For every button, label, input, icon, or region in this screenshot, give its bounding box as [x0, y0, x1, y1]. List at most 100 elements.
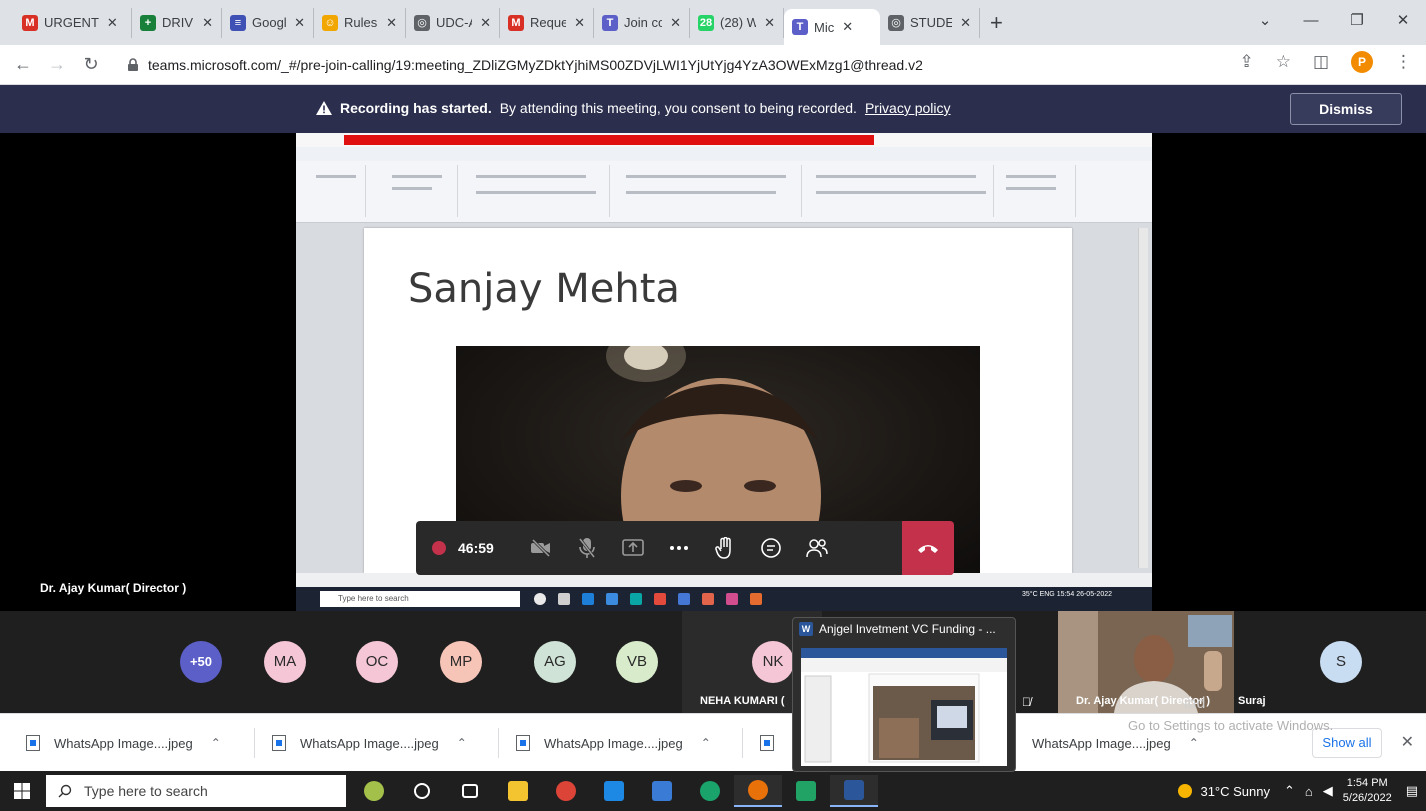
browser-tab[interactable]: 28 (28) Wh ✕	[690, 7, 784, 38]
close-tab-icon[interactable]: ✕	[386, 15, 397, 31]
word-window-preview[interactable]: W Anjgel Invetment VC Funding - ...	[792, 617, 1016, 772]
close-tab-icon[interactable]: ✕	[960, 15, 971, 31]
close-window-button[interactable]: ✕	[1380, 11, 1426, 29]
chevron-up-icon[interactable]: ⌃	[701, 736, 711, 750]
participant-avatar[interactable]: VB	[616, 641, 658, 683]
restore-button[interactable]: ❐	[1334, 11, 1380, 29]
dismiss-button[interactable]: Dismiss	[1290, 93, 1402, 125]
side-panel-icon[interactable]: ◫	[1313, 52, 1329, 72]
close-tab-icon[interactable]: ✕	[670, 15, 681, 31]
call-controls: 46:59	[416, 521, 954, 575]
sheets-icon: +	[140, 14, 156, 31]
chat-icon	[761, 538, 781, 558]
banner-text: By attending this meeting, you consent t…	[499, 100, 857, 116]
participants-button[interactable]	[794, 521, 840, 575]
tab-title: Google	[252, 15, 286, 30]
browser-tab[interactable]: T Join con ✕	[594, 7, 690, 38]
mic-off-button[interactable]	[564, 521, 610, 575]
participant-avatar[interactable]: MP	[440, 641, 482, 683]
browser-tab[interactable]: M URGENT ✕	[14, 7, 132, 38]
more-actions-button[interactable]	[656, 521, 702, 575]
task-view-icon[interactable]	[446, 775, 494, 807]
tab-title: Join con	[624, 15, 662, 30]
cortana-icon[interactable]	[398, 775, 446, 807]
forward-button[interactable]: →	[40, 54, 74, 75]
more-icon	[670, 546, 688, 550]
mail-icon[interactable]	[590, 775, 638, 807]
slide-title: Sanjay Mehta	[408, 266, 680, 312]
recording-banner: Recording has started. By attending this…	[0, 85, 1426, 133]
browser-tab[interactable]: ☺ Rules Ar ✕	[314, 7, 406, 38]
mic-muted-icon: 🎙̸	[1022, 695, 1031, 709]
participant-avatar[interactable]: MA	[264, 641, 306, 683]
minimize-button[interactable]: —	[1288, 12, 1334, 29]
participant-avatar[interactable]: OC	[356, 641, 398, 683]
download-item-hidden[interactable]	[760, 730, 788, 756]
back-button[interactable]: ←	[6, 54, 40, 75]
taskbar-weather[interactable]: 31°C Sunny	[1200, 784, 1270, 799]
close-tab-icon[interactable]: ✕	[480, 15, 491, 31]
participant-tile-ajay[interactable]: Dr. Ajay Kumar( Director )	[1058, 611, 1234, 713]
tab-search-icon[interactable]: ⌄	[1242, 11, 1288, 29]
close-tab-icon[interactable]: ✕	[202, 15, 213, 31]
address-bar[interactable]: teams.microsoft.com/_#/pre-join-calling/…	[126, 51, 1236, 79]
leave-call-button[interactable]	[902, 521, 954, 575]
close-tab-icon[interactable]: ✕	[574, 15, 585, 31]
volume-icon[interactable]: ◀	[1323, 783, 1333, 799]
tray-chevron-icon[interactable]: ⌃	[1284, 783, 1295, 799]
taskbar-apps	[350, 775, 878, 807]
excel-icon[interactable]	[782, 775, 830, 807]
close-downloads-icon[interactable]: ✕	[1401, 732, 1414, 752]
more-participants-badge[interactable]: +50	[180, 641, 222, 683]
bookmark-star-icon[interactable]: ☆	[1276, 52, 1291, 72]
chevron-up-icon[interactable]: ⌃	[211, 736, 221, 750]
network-icon[interactable]: ⌂	[1305, 784, 1313, 799]
windows-start-icon[interactable]	[14, 783, 30, 799]
close-tab-icon[interactable]: ✕	[294, 15, 305, 31]
participant-avatar[interactable]: AG	[534, 641, 576, 683]
search-icon	[58, 784, 72, 798]
chat-button[interactable]	[748, 521, 794, 575]
file-explorer-icon[interactable]	[494, 775, 542, 807]
browser-tab[interactable]: M Request ✕	[500, 7, 594, 38]
close-tab-icon[interactable]: ✕	[842, 19, 853, 35]
activate-windows-watermark: Go to Settings to activate Windows.	[1128, 718, 1334, 733]
profile-avatar[interactable]: P	[1351, 51, 1373, 73]
avatar-suraj[interactable]: S	[1320, 641, 1362, 683]
raise-hand-button[interactable]	[702, 521, 748, 575]
share-icon[interactable]: ⇪	[1239, 52, 1253, 72]
chevron-up-icon[interactable]: ⌃	[1189, 736, 1199, 750]
word-taskbar-icon[interactable]	[830, 775, 878, 807]
browser-tab[interactable]: ◎ UDC-AM ✕	[406, 7, 500, 38]
taskbar-clock[interactable]: 1:54 PM 5/26/2022	[1343, 776, 1392, 806]
tab-title: UDC-AM	[436, 15, 472, 30]
menu-kebab-icon[interactable]: ⋮	[1395, 52, 1412, 72]
new-tab-button[interactable]: +	[990, 10, 1003, 36]
browser-tab[interactable]: ◎ STUDEN ✕	[880, 7, 980, 38]
close-tab-icon[interactable]: ✕	[107, 15, 118, 31]
download-item[interactable]: WhatsApp Image....jpeg ⌃	[26, 730, 221, 756]
download-item[interactable]: WhatsApp Image....jpeg ⌃	[1032, 730, 1199, 756]
close-tab-icon[interactable]: ✕	[764, 15, 775, 31]
chrome-icon[interactable]	[542, 775, 590, 807]
emoji-icon: ☺	[322, 14, 338, 31]
widgets-icon[interactable]	[350, 775, 398, 807]
download-item[interactable]: WhatsApp Image....jpeg ⌃	[516, 730, 711, 756]
edge-icon[interactable]	[686, 775, 734, 807]
download-item[interactable]: WhatsApp Image....jpeg ⌃	[272, 730, 467, 756]
weather-sun-icon	[1178, 784, 1193, 798]
privacy-policy-link[interactable]: Privacy policy	[865, 100, 951, 116]
taskbar-search[interactable]: Type here to search	[46, 775, 346, 807]
reload-button[interactable]: ↻	[74, 54, 108, 75]
camera-off-button[interactable]	[518, 521, 564, 575]
chevron-up-icon[interactable]: ⌃	[457, 736, 467, 750]
browser-tab[interactable]: T Mic ✕	[784, 9, 880, 45]
notifications-icon[interactable]: ▤	[1406, 783, 1418, 799]
share-screen-button[interactable]	[610, 521, 656, 575]
browser-tab[interactable]: ≡ Google ✕	[222, 7, 314, 38]
store-icon[interactable]	[638, 775, 686, 807]
chrome-active-icon[interactable]	[734, 775, 782, 807]
raise-hand-icon	[715, 537, 731, 559]
browser-tab[interactable]: + DRIVE D ✕	[132, 7, 222, 38]
download-divider	[254, 728, 255, 758]
